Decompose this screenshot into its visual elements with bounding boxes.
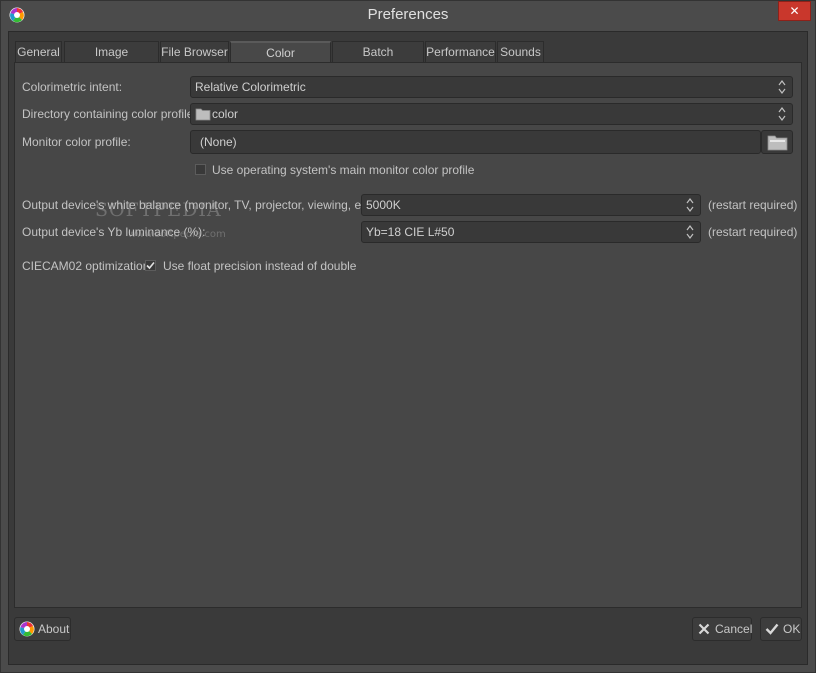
watermark-url: www.softpedia.com [128,229,226,240]
updown-arrows-icon [686,198,694,212]
ok-label: OK [783,622,801,636]
tab-label: File Browser [161,45,228,59]
about-label: About [38,622,70,636]
app-icon [19,621,35,637]
white-balance-value: 5000K [366,198,401,212]
tab-performance[interactable]: Performance [425,41,496,62]
title-bar[interactable]: Preferences ✕ [0,0,816,30]
colorimetric-intent-select[interactable]: Relative Colorimetric [190,76,793,98]
updown-arrows-icon [778,107,786,121]
monitor-profile-value: (None) [200,135,237,149]
check-icon [765,623,779,635]
yb-luminance-note: (restart required) [708,225,798,239]
tab-label: General [17,45,60,59]
watermark-brand: SOFTPEDIA [95,199,222,221]
use-os-profile-label: Use operating system's main monitor colo… [212,163,475,177]
cancel-button[interactable]: Cancel [692,617,752,641]
close-icon: ✕ [789,4,800,18]
x-icon [698,623,710,635]
tab-file-browser[interactable]: File Browser [160,41,229,62]
use-os-profile-checkbox[interactable] [195,164,206,175]
profiles-directory-select[interactable]: color [190,103,793,125]
white-balance-note: (restart required) [708,198,798,212]
ok-button[interactable]: OK [760,617,802,641]
window-title: Preferences [367,6,449,23]
open-folder-icon [767,135,788,151]
close-button[interactable]: ✕ [778,1,811,21]
yb-luminance-select[interactable]: Yb=18 CIE L#50 [361,221,701,243]
profiles-directory-value: color [212,107,239,121]
colorimetric-intent-label: Colorimetric intent: [22,80,123,94]
browse-monitor-profile-button[interactable] [761,130,793,154]
profiles-directory-label: Directory containing color profiles: [22,107,203,121]
white-balance-select[interactable]: 5000K [361,194,701,216]
tab-label: Performance [426,45,495,59]
monitor-profile-field[interactable]: (None) [190,130,761,154]
tab-sounds[interactable]: Sounds [497,41,544,62]
monitor-profile-label: Monitor color profile: [22,135,131,149]
tab-general[interactable]: General [15,41,62,62]
colorimetric-intent-value: Relative Colorimetric [195,80,306,94]
tab-label: Sounds [500,45,541,59]
yb-luminance-value: Yb=18 CIE L#50 [366,225,455,239]
tab-color-management[interactable]: Color Management [230,41,331,81]
check-icon [146,261,155,270]
tab-image-processing[interactable]: Image Processing [64,41,159,80]
folder-icon [195,108,211,121]
tab-batch-processing[interactable]: Batch Processing [332,41,424,80]
float-precision-checkbox[interactable] [145,260,156,271]
about-button[interactable]: About [14,617,71,641]
cancel-label: Cancel [715,622,753,636]
updown-arrows-icon [686,225,694,239]
float-precision-label: Use float precision instead of double [163,259,357,273]
updown-arrows-icon [778,80,786,94]
ciecam02-label: CIECAM02 optimization: [22,259,153,273]
